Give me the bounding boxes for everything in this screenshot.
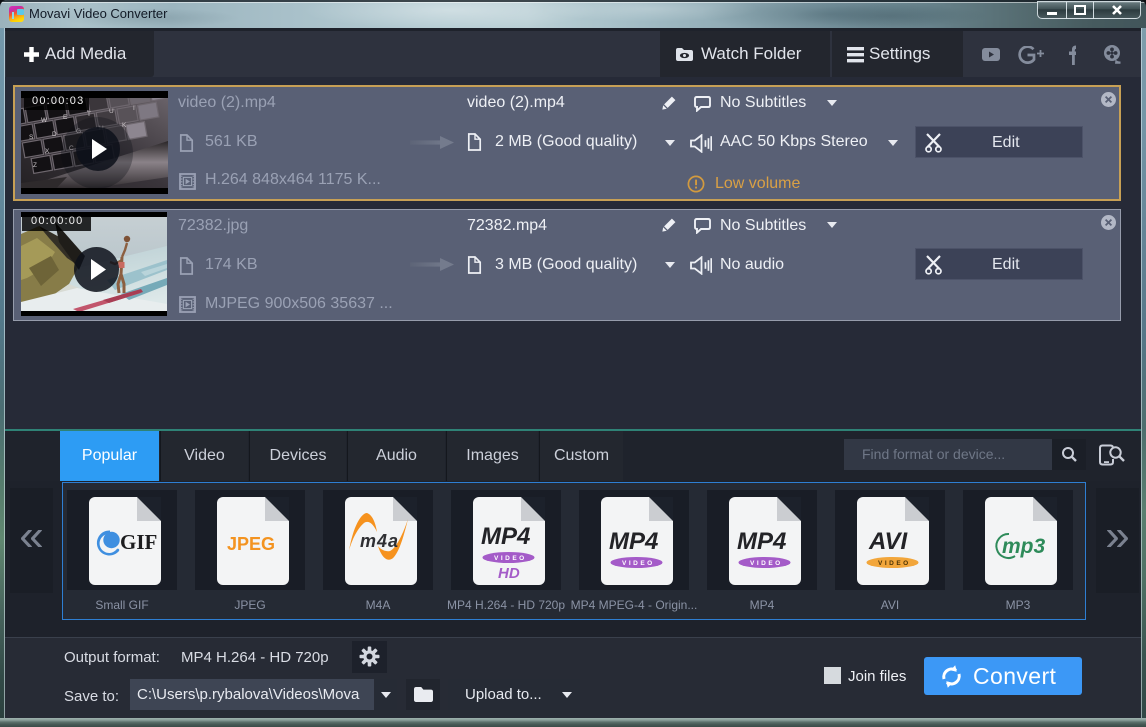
svg-text:mp3: mp3 — [1002, 535, 1046, 558]
svg-text:VIDEO: VIDEO — [878, 560, 911, 567]
svg-text:VIDEO: VIDEO — [622, 560, 655, 567]
svg-text:X: X — [45, 148, 50, 155]
svg-text:Z: Z — [33, 162, 37, 169]
svg-text:MP4: MP4 — [609, 528, 658, 555]
svg-text:W: W — [41, 117, 48, 124]
svg-text:T: T — [87, 111, 91, 118]
svg-text:D: D — [52, 131, 57, 138]
svg-text:S: S — [29, 134, 34, 141]
svg-text:JPEG: JPEG — [227, 534, 275, 554]
svg-text:VIDEO: VIDEO — [750, 560, 783, 567]
svg-text:GIF: GIF — [120, 530, 157, 554]
svg-text:HD: HD — [498, 565, 520, 582]
svg-text:m4a: m4a — [360, 531, 399, 551]
svg-text:AVI: AVI — [868, 528, 909, 555]
svg-text:E: E — [63, 114, 68, 121]
svg-text:VIDEO: VIDEO — [494, 555, 527, 562]
svg-text:MP4: MP4 — [737, 528, 786, 555]
svg-text:U: U — [109, 108, 114, 115]
svg-text:MP4: MP4 — [481, 523, 530, 550]
svg-text:I: I — [133, 105, 135, 112]
